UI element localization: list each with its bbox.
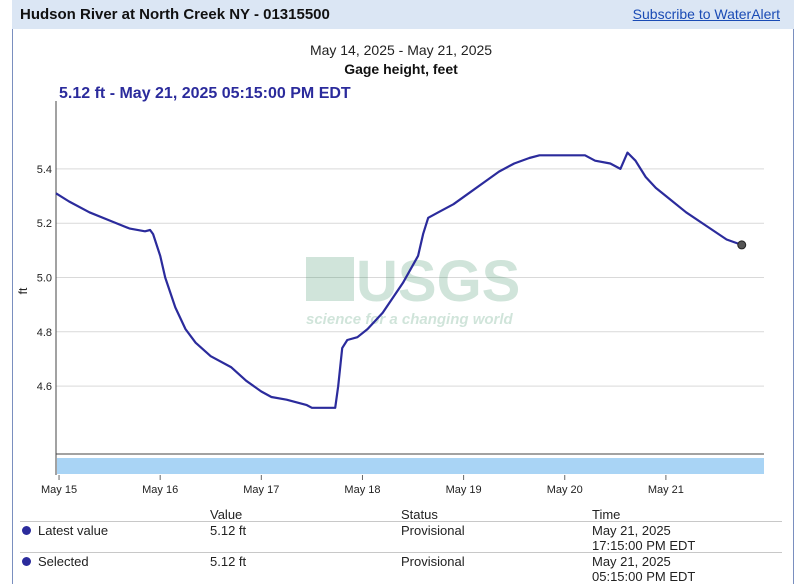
row-status: Provisional	[401, 554, 465, 569]
x-tick-labels: May 15 May 16 May 17 May 18 May 19 May 20 May …	[41, 475, 684, 496]
header-value: Value	[210, 507, 243, 522]
row-value: 5.12 ft	[210, 523, 247, 538]
gage-height-chart[interactable]: May 14, 2025 - May 21, 2025 Gage height,…	[0, 29, 800, 509]
x-tick-label: May 17	[243, 484, 279, 496]
chart-subtitle: Gage height, feet	[344, 61, 458, 77]
site-title: Hudson River at North Creek NY - 0131550…	[20, 6, 330, 23]
watermark-tagline-text: science for a changing world	[306, 311, 514, 328]
title-bar: Hudson River at North Creek NY - 0131550…	[12, 0, 794, 29]
usgs-logo-wave-icon	[306, 257, 354, 301]
row-time-date: May 21, 2025	[592, 554, 671, 569]
header-status: Status	[401, 507, 438, 522]
y-tick-label: 4.8	[37, 327, 52, 339]
y-tick-label: 5.2	[37, 218, 52, 230]
y-tick-label: 5.4	[37, 164, 52, 176]
row-time-clock: 17:15:00 PM EDT	[592, 538, 696, 553]
x-tick-label: May 16	[142, 484, 178, 496]
table-divider	[20, 521, 782, 522]
x-tick-label: May 18	[344, 484, 380, 496]
y-tick-label: 4.6	[37, 381, 52, 393]
x-tick-label: May 15	[41, 484, 77, 496]
chart-container: May 14, 2025 - May 21, 2025 Gage height,…	[0, 29, 800, 509]
x-tick-label: May 20	[547, 484, 583, 496]
selected-value-label: 5.12 ft - May 21, 2025 05:15:00 PM EDT	[59, 85, 351, 102]
chart-title: May 14, 2025 - May 21, 2025	[310, 42, 492, 58]
row-label: Selected	[38, 554, 89, 569]
subscribe-link[interactable]: Subscribe to WaterAlert	[633, 6, 780, 22]
series-dot-icon	[22, 526, 31, 535]
selected-point-marker[interactable]	[737, 240, 747, 250]
x-tick-label: May 21	[648, 484, 684, 496]
y-axis-label: ft	[16, 287, 30, 294]
row-value: 5.12 ft	[210, 554, 247, 569]
series-dot-icon	[22, 557, 31, 566]
range-navigator[interactable]	[57, 458, 764, 474]
row-status: Provisional	[401, 523, 465, 538]
row-time-date: May 21, 2025	[592, 523, 671, 538]
y-tick-label: 5.0	[37, 273, 52, 285]
x-tick-label: May 19	[446, 484, 482, 496]
row-time-clock: 05:15:00 PM EDT	[592, 569, 696, 584]
y-tick-labels: 4.6 4.8 5.0 5.2 5.4	[37, 164, 52, 393]
table-divider	[20, 552, 782, 553]
watermark-usgs-text: USGS	[356, 249, 520, 314]
usgs-watermark: USGS science for a changing world	[306, 249, 520, 328]
row-label: Latest value	[38, 523, 109, 538]
header-time: Time	[592, 507, 621, 522]
